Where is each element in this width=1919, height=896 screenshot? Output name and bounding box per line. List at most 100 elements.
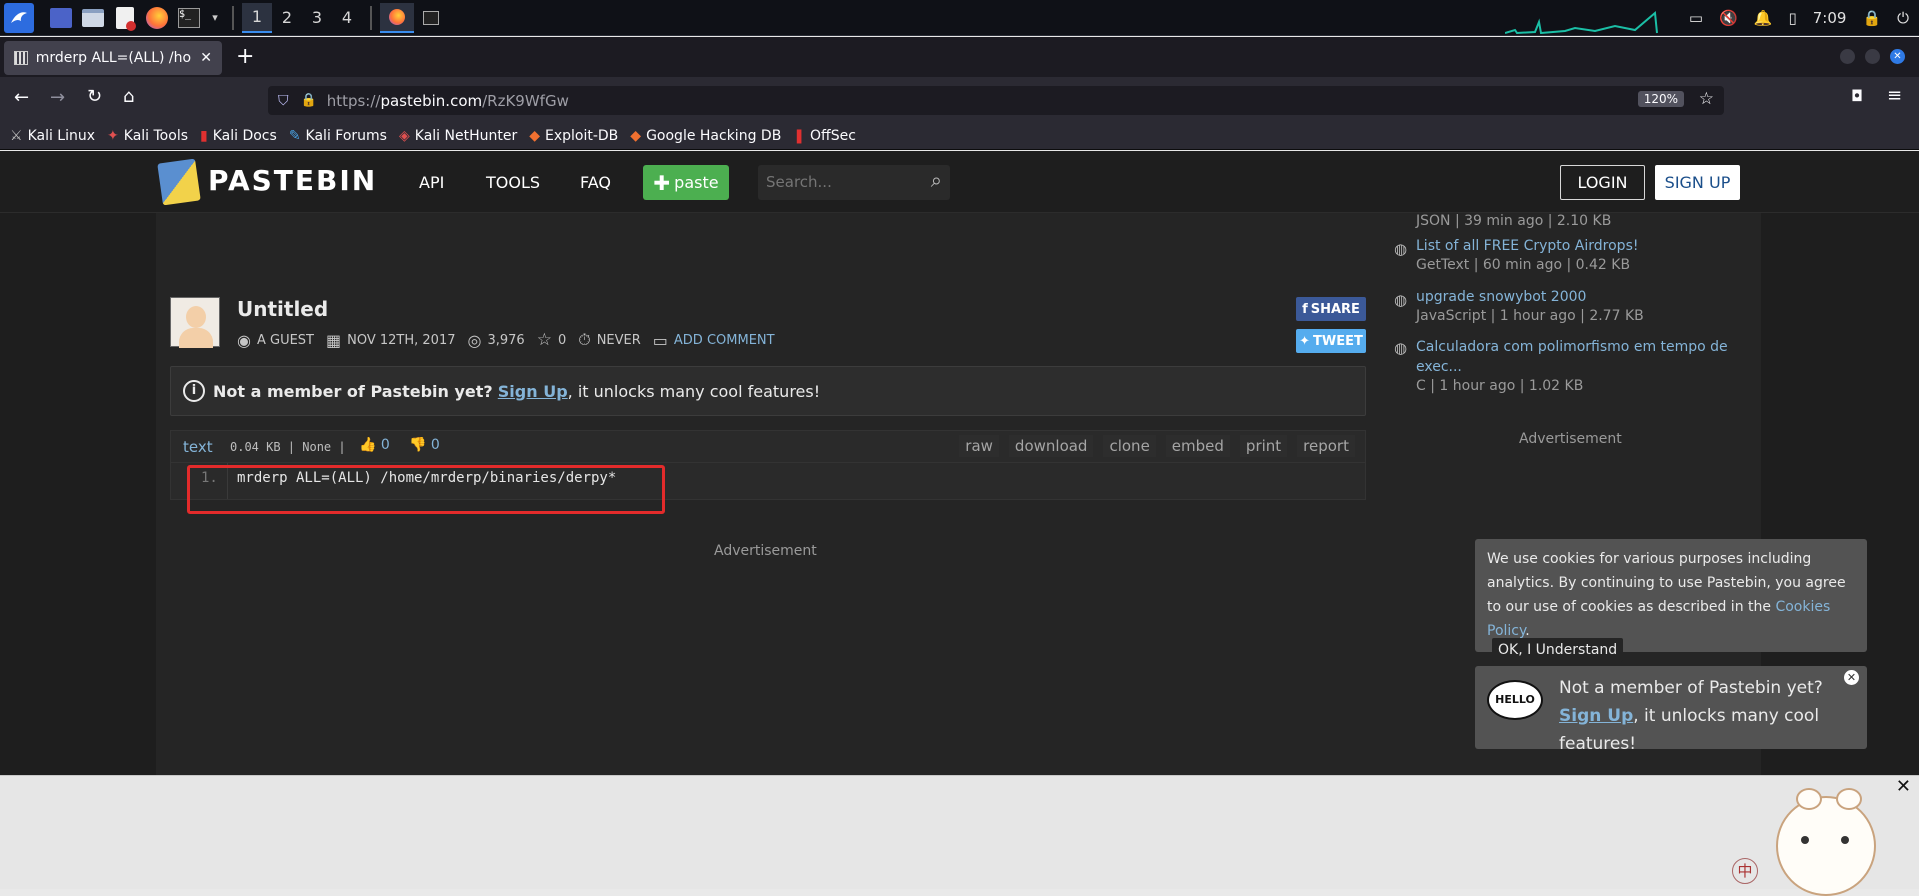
back-icon[interactable]: ← xyxy=(14,87,29,108)
shield-icon[interactable]: ⛉ xyxy=(278,93,289,109)
chevron-down-icon[interactable]: ▾ xyxy=(208,5,222,31)
mascot-char[interactable]: 中 xyxy=(1732,858,1758,884)
author[interactable]: ◉ A GUEST xyxy=(237,331,314,350)
firefox-icon[interactable] xyxy=(144,5,170,31)
cookie-period: . xyxy=(1525,623,1530,639)
zoom-badge[interactable]: 120% xyxy=(1637,91,1684,107)
clone-link[interactable]: clone xyxy=(1103,435,1156,457)
format-link[interactable]: text xyxy=(183,438,213,456)
bookmark-google-hacking-db[interactable]: ◆ Google Hacking DB xyxy=(630,128,781,144)
workspace-3[interactable]: 3 xyxy=(302,3,332,33)
dislike-button[interactable]: 👎 0 xyxy=(409,437,440,453)
tab-title: mrderp ALL=(ALL) /home/ xyxy=(35,50,193,66)
bookmark-label: Exploit-DB xyxy=(545,127,619,144)
bookmark-kali-nethunter[interactable]: ◈ Kali NetHunter xyxy=(399,128,517,144)
signup-button[interactable]: SIGN UP xyxy=(1655,165,1740,200)
sidebar-ad-label: Advertisement xyxy=(1519,431,1622,447)
nav-api[interactable]: API xyxy=(419,173,444,192)
popup-close-icon[interactable]: ✕ xyxy=(1844,670,1859,685)
terminal-icon[interactable]: $_ xyxy=(176,5,202,31)
share-button[interactable]: f SHARE xyxy=(1296,297,1366,321)
mute-icon[interactable]: 🔇 xyxy=(1719,9,1738,27)
workspace-1[interactable]: 1 xyxy=(242,2,272,33)
task-terminal[interactable] xyxy=(414,3,448,33)
workspace-app-icon[interactable] xyxy=(48,5,74,31)
screen-icon[interactable]: ▭ xyxy=(1689,9,1703,27)
bookmark-offsec[interactable]: ❚ OffSec xyxy=(793,128,856,144)
cookie-accept-button[interactable]: OK, I Understand xyxy=(1492,638,1624,662)
new-paste-button[interactable]: ✚ paste xyxy=(643,165,729,200)
forward-icon[interactable]: → xyxy=(50,87,65,108)
pastebin-logo-icon[interactable] xyxy=(157,158,201,206)
paste-title: Untitled xyxy=(237,297,329,321)
lock-icon[interactable]: 🔒 xyxy=(1862,9,1881,27)
report-link[interactable]: report xyxy=(1297,435,1355,457)
reload-icon[interactable]: ↻ xyxy=(87,86,102,107)
recent-paste-item: JSON | 39 min ago | 2.10 KB xyxy=(1416,213,1611,229)
raw-link[interactable]: raw xyxy=(959,435,999,457)
login-button[interactable]: LOGIN xyxy=(1560,165,1645,200)
tweet-button[interactable]: ✦ TWEET xyxy=(1296,329,1366,353)
bookmark-kali-forums[interactable]: ✎ Kali Forums xyxy=(289,128,387,144)
search-box[interactable]: ⌕ xyxy=(758,165,950,200)
popup-signup-link[interactable]: Sign Up xyxy=(1559,706,1633,726)
workspace-2[interactable]: 2 xyxy=(272,3,302,33)
minimize-button[interactable] xyxy=(1840,49,1855,64)
add-comment-link[interactable]: ▭ ADD COMMENT xyxy=(653,331,775,350)
search-input[interactable] xyxy=(766,172,916,192)
views-label: 3,976 xyxy=(487,332,525,348)
bell-icon[interactable]: 🔔 xyxy=(1754,9,1773,27)
globe-icon: ◍ xyxy=(1394,291,1408,309)
bookmark-label: Kali NetHunter xyxy=(414,127,518,144)
pastebin-logo-text[interactable]: PASTEBIN xyxy=(208,164,377,197)
like-button[interactable]: 👍 0 xyxy=(359,437,390,453)
clock[interactable]: 7:09 xyxy=(1813,9,1847,27)
recent-paste-title[interactable]: upgrade snowybot 2000 xyxy=(1416,289,1586,305)
battery-icon[interactable]: ▯ xyxy=(1788,9,1796,27)
code-actions: raw download clone embed print report xyxy=(959,435,1355,457)
stars[interactable]: ☆ 0 xyxy=(537,330,567,350)
bookmark-kali-docs[interactable]: ▮ Kali Docs xyxy=(200,128,277,144)
notice-bold: Not a member of Pastebin yet? xyxy=(213,381,493,401)
close-window-button[interactable]: ✕ xyxy=(1890,49,1905,64)
tab-active[interactable]: mrderp ALL=(ALL) /home/ ✕ xyxy=(4,41,222,75)
bookmark-exploit-db[interactable]: ◆ Exploit-DB xyxy=(529,128,618,144)
search-icon[interactable]: ⌕ xyxy=(931,168,942,192)
tweet-label: TWEET xyxy=(1313,333,1363,349)
likes-count: 0 xyxy=(380,437,390,453)
bookmark-kali-tools[interactable]: ✦ Kali Tools xyxy=(107,128,188,144)
star-bookmark-icon[interactable]: ☆ xyxy=(1699,89,1714,109)
kali-menu-icon[interactable] xyxy=(4,2,34,33)
twitter-icon: ✦ xyxy=(1299,333,1311,349)
close-tab-icon[interactable]: ✕ xyxy=(200,50,212,66)
recent-paste-title[interactable]: List of all FREE Crypto Airdrops! xyxy=(1416,238,1638,254)
home-icon[interactable]: ⌂ xyxy=(123,86,134,107)
text-editor-icon[interactable] xyxy=(112,5,138,31)
print-link[interactable]: print xyxy=(1239,435,1288,457)
exploit-db-icon: ◆ xyxy=(529,127,540,144)
notice-signup-link[interactable]: Sign Up xyxy=(498,382,568,401)
recent-paste-title[interactable]: Calculadora com polimorfismo em tempo de… xyxy=(1416,337,1756,377)
nav-faq[interactable]: FAQ xyxy=(580,173,611,192)
power-icon[interactable]: ⏻ xyxy=(1897,9,1909,27)
menu-icon[interactable]: ≡ xyxy=(1887,85,1902,106)
paste-meta: ◉ A GUEST ▦ NOV 12TH, 2017 ◎ 3,976 ☆ 0 ⏱ NEVE… xyxy=(237,330,775,350)
embed-link[interactable]: embed xyxy=(1165,435,1230,457)
new-tab-button[interactable]: + xyxy=(236,44,254,69)
maximize-button[interactable] xyxy=(1865,49,1880,64)
padlock-icon[interactable]: 🔒 xyxy=(301,93,317,108)
url-host: pastebin.com xyxy=(380,91,483,110)
code-toolbar: text 0.04 KB | None | 👍 0 👎 0 raw downlo… xyxy=(171,431,1365,463)
file-manager-icon[interactable] xyxy=(80,5,106,31)
ad-close-icon[interactable]: ✕ xyxy=(1896,776,1911,797)
download-link[interactable]: download xyxy=(1008,435,1094,457)
pastebin-header: PASTEBIN API TOOLS FAQ ✚paste ⌕ LOGIN SI… xyxy=(0,151,1919,213)
pocket-icon[interactable]: ◘ xyxy=(1851,87,1863,105)
workspace-4[interactable]: 4 xyxy=(332,3,362,33)
bookmark-kali-linux[interactable]: ⚔ Kali Linux xyxy=(10,128,95,144)
nav-tools[interactable]: TOOLS xyxy=(486,173,540,192)
task-firefox[interactable] xyxy=(380,2,414,33)
hello-badge-icon: HELLO xyxy=(1487,680,1543,720)
url-bar[interactable]: ⛉ 🔒 https://pastebin.com/RzK9WfGw 120% ☆ xyxy=(268,86,1724,115)
bookmark-label: Kali Tools xyxy=(123,127,188,144)
